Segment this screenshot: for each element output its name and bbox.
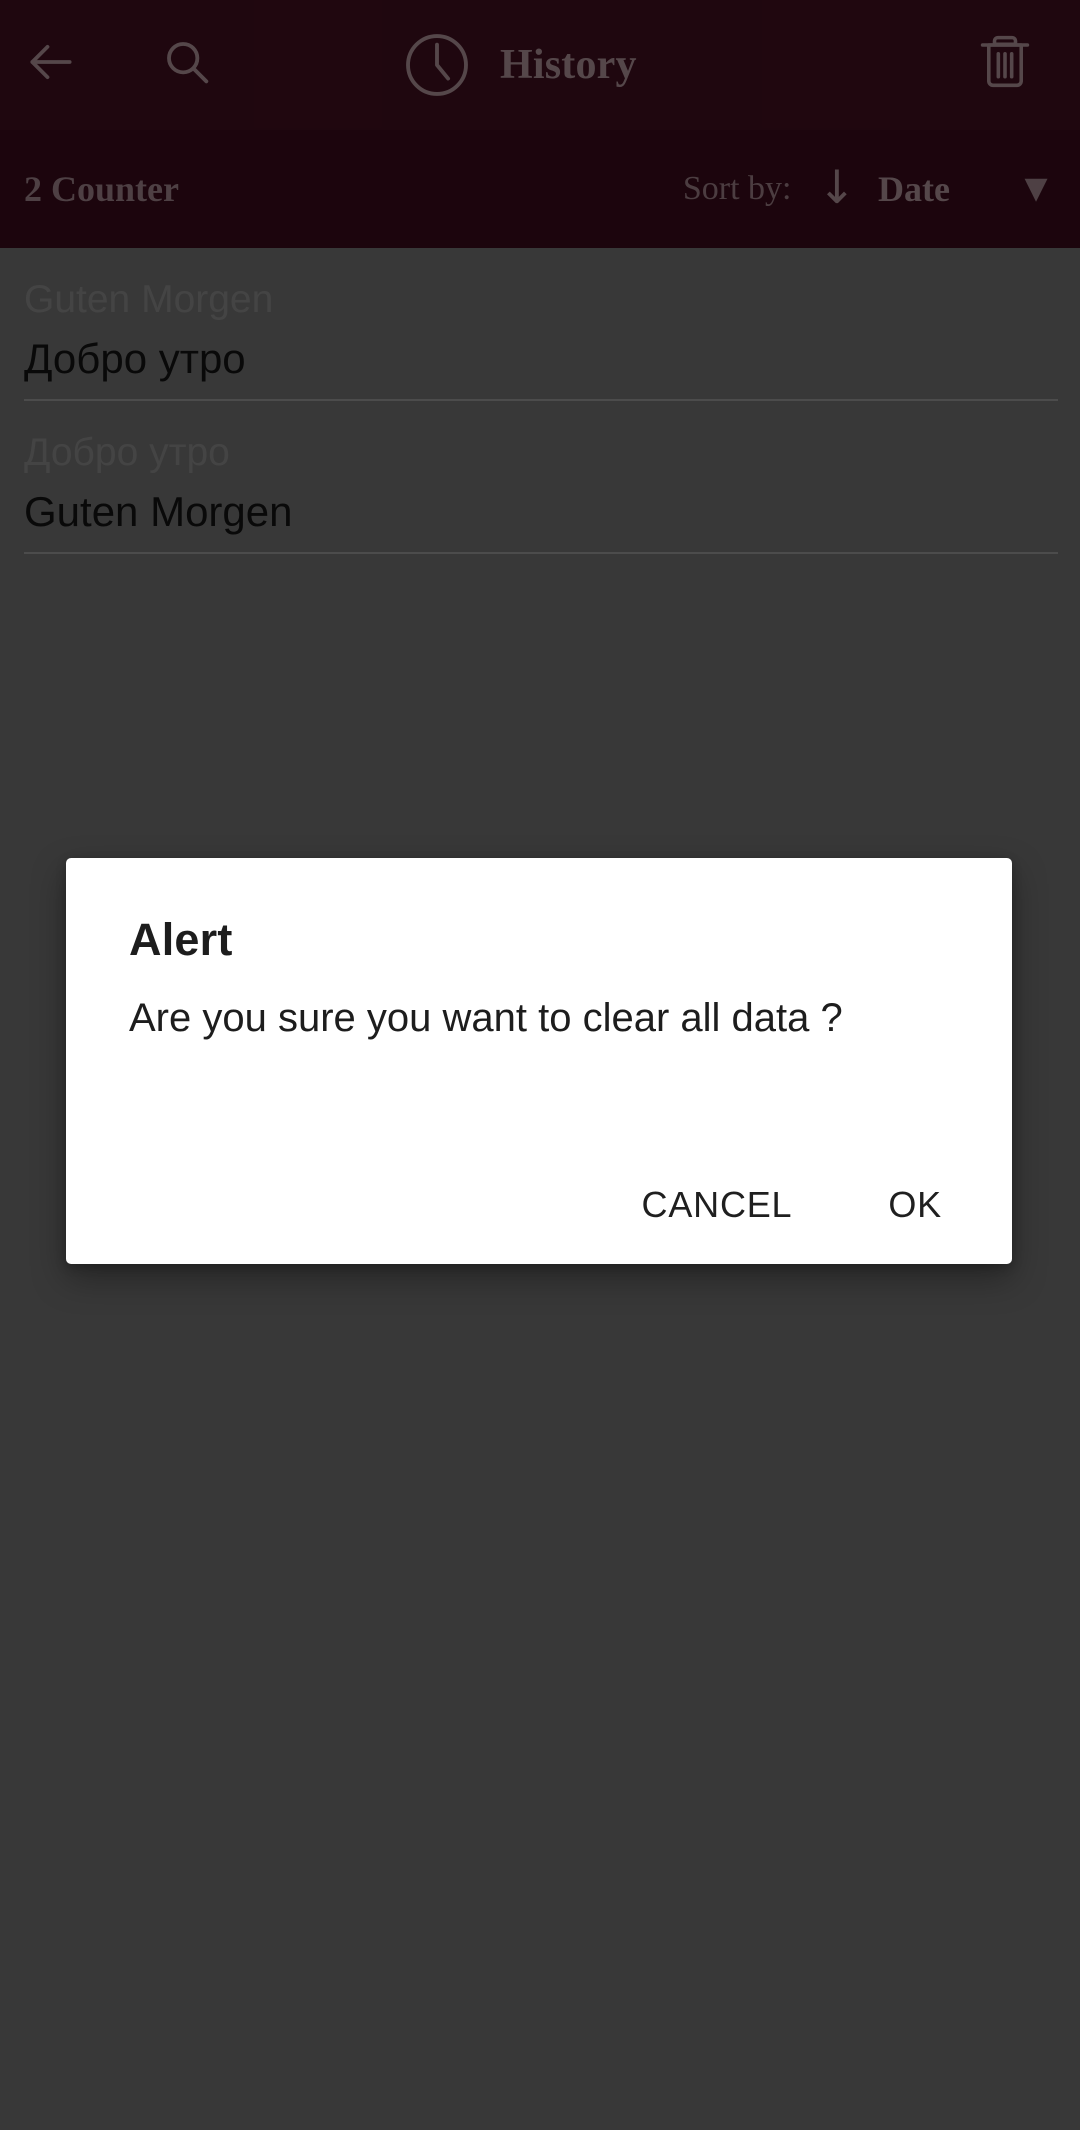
- ok-button[interactable]: OK: [866, 1166, 964, 1244]
- app-screen: History 2 Counter Sort by: ↓ Date ▼ Gute…: [0, 0, 1080, 2130]
- cancel-button[interactable]: CANCEL: [620, 1166, 815, 1244]
- dialog-title: Alert: [129, 914, 233, 965]
- alert-dialog: Alert Are you sure you want to clear all…: [66, 858, 1012, 1264]
- dialog-message: Are you sure you want to clear all data …: [129, 996, 843, 1040]
- dialog-actions: CANCEL OK: [620, 1166, 976, 1244]
